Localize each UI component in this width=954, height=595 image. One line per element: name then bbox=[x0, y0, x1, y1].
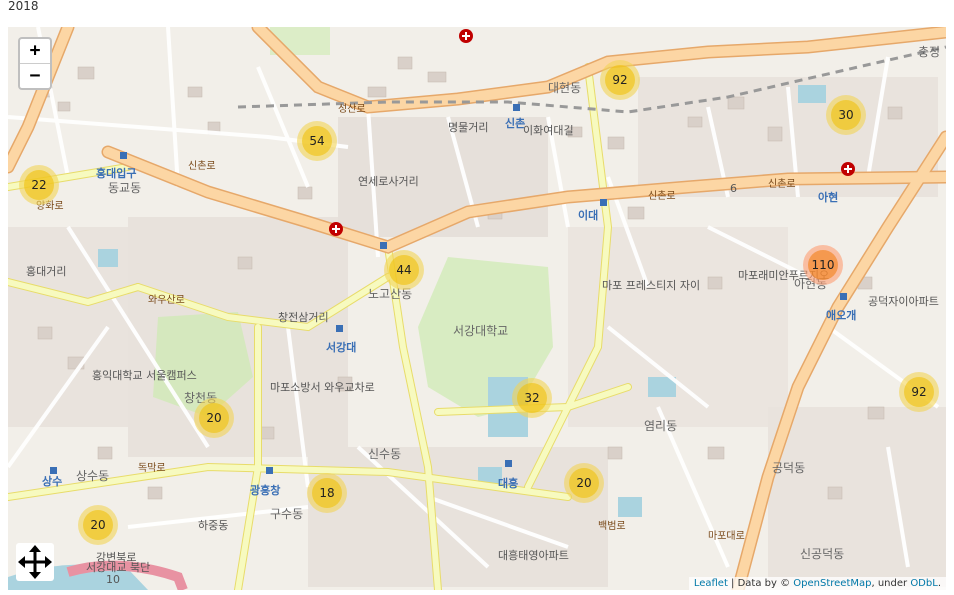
label-route-6: 6 bbox=[730, 182, 737, 195]
map-container[interactable]: 대현동 신촌 이화여대길 이대 아현 아현동 애오개 동교동 홍대입구 신촌로 … bbox=[8, 27, 946, 590]
move-arrows-icon[interactable] bbox=[16, 543, 54, 581]
cluster-count: 32 bbox=[517, 383, 547, 413]
label-sogang-station: 서강대 bbox=[326, 341, 357, 354]
label-sogang-univ: 서강대학교 bbox=[453, 324, 509, 338]
label-baekbeom-ro: 백범로 bbox=[598, 521, 626, 532]
marker-cluster[interactable]: 30 bbox=[826, 95, 866, 135]
label-gongdeok-xi: 공덕자이아파트 bbox=[868, 295, 939, 308]
zoom-out-button[interactable]: − bbox=[20, 63, 50, 88]
marker-cluster[interactable]: 92 bbox=[899, 372, 939, 412]
label-gangbyeon: 강변북로 bbox=[96, 551, 137, 564]
cluster-count: 44 bbox=[389, 255, 419, 285]
label-changjeon-junction: 창전삼거리 bbox=[278, 311, 329, 324]
label-mapo-daero: 마포대로 bbox=[708, 531, 745, 542]
label-sinchon-ro-1: 신촌로 bbox=[188, 161, 216, 172]
cluster-count: 110 bbox=[808, 250, 838, 280]
cluster-count: 22 bbox=[24, 170, 54, 200]
cluster-count: 30 bbox=[831, 100, 861, 130]
cluster-count: 20 bbox=[83, 510, 113, 540]
cluster-count: 20 bbox=[199, 403, 229, 433]
cluster-count: 20 bbox=[569, 468, 599, 498]
label-aogae: 애오개 bbox=[826, 309, 857, 322]
label-gongdeok: 공덕동 bbox=[772, 461, 806, 475]
marker-cluster[interactable]: 110 bbox=[803, 245, 843, 285]
cluster-count: 18 bbox=[312, 478, 342, 508]
label-ahyeon-station: 아현 bbox=[818, 191, 839, 204]
marker-cluster[interactable]: 32 bbox=[512, 378, 552, 418]
label-hongdae-street: 홍대거리 bbox=[26, 265, 67, 278]
label-sinchon-ro-3: 신촌로 bbox=[768, 179, 796, 190]
label-daehyeon: 대현동 bbox=[548, 81, 582, 95]
marker-cluster[interactable]: 22 bbox=[19, 165, 59, 205]
label-sangsu-station: 상수 bbox=[42, 475, 63, 488]
odbl-link[interactable]: ODbL bbox=[910, 578, 938, 589]
zoom-control: + − bbox=[18, 37, 52, 90]
year-label: 2018 bbox=[8, 0, 39, 13]
label-dokmak-ro: 독막로 bbox=[138, 463, 166, 474]
label-sinsu: 신수동 bbox=[368, 447, 402, 461]
label-seongsan-ro: 성산로 bbox=[338, 104, 366, 115]
label-hongik-entrance: 홍대입구 bbox=[96, 167, 137, 180]
cluster-count: 92 bbox=[904, 377, 934, 407]
cluster-count: 92 bbox=[605, 65, 635, 95]
label-ewha-univ: 이화여대길 bbox=[523, 124, 574, 137]
leaflet-link[interactable]: Leaflet bbox=[694, 578, 728, 589]
label-hongik-univ: 홍익대학교 서울캠퍼스 bbox=[92, 369, 197, 382]
zoom-in-button[interactable]: + bbox=[20, 39, 50, 63]
map-tiles[interactable] bbox=[8, 27, 946, 590]
label-daeheung-apt: 대흥태영아파트 bbox=[498, 549, 569, 562]
cluster-count: 54 bbox=[302, 126, 332, 156]
label-sangsu: 상수동 bbox=[76, 469, 110, 483]
map-attribution: Leaflet | Data by © OpenStreetMap, under… bbox=[688, 577, 946, 590]
label-yeomni: 염리동 bbox=[644, 419, 678, 433]
attribution-under: , under bbox=[871, 578, 911, 589]
attribution-end: . bbox=[937, 578, 941, 589]
label-wausan-ro: 와우산로 bbox=[148, 295, 185, 306]
label-mapo-prestige: 마포 프레스티지 자이 bbox=[602, 279, 701, 292]
marker-cluster[interactable]: 20 bbox=[564, 463, 604, 503]
label-chungjeong: 충정 bbox=[918, 45, 941, 59]
label-yonsei-crossroad: 연세로사거리 bbox=[358, 175, 419, 188]
label-ewha-station: 이대 bbox=[578, 209, 599, 222]
marker-cluster[interactable]: 18 bbox=[307, 473, 347, 513]
label-hajung: 하중동 bbox=[198, 519, 229, 532]
label-daeheung-station: 대흥 bbox=[498, 477, 519, 490]
label-myeongmul: 명물거리 bbox=[448, 121, 489, 134]
attribution-text: | Data by © bbox=[727, 578, 794, 589]
label-sinchon-ro-2: 신촌로 bbox=[648, 191, 676, 202]
label-mapo-fire: 마포소방서 와우교차로 bbox=[270, 381, 375, 394]
label-gusu: 구수동 bbox=[270, 507, 304, 521]
pan-control[interactable] bbox=[16, 543, 54, 581]
label-gwangheungchang: 광흥창 bbox=[250, 484, 281, 497]
marker-cluster[interactable]: 20 bbox=[78, 505, 118, 545]
marker-cluster[interactable]: 44 bbox=[384, 250, 424, 290]
marker-cluster[interactable]: 54 bbox=[297, 121, 337, 161]
marker-cluster[interactable]: 20 bbox=[194, 398, 234, 438]
marker-cluster[interactable]: 92 bbox=[600, 60, 640, 100]
label-singongdeok: 신공덕동 bbox=[800, 547, 845, 561]
label-route-10: 10 bbox=[106, 573, 120, 586]
label-donggyo: 동교동 bbox=[108, 181, 142, 195]
osm-link[interactable]: OpenStreetMap bbox=[793, 578, 871, 589]
